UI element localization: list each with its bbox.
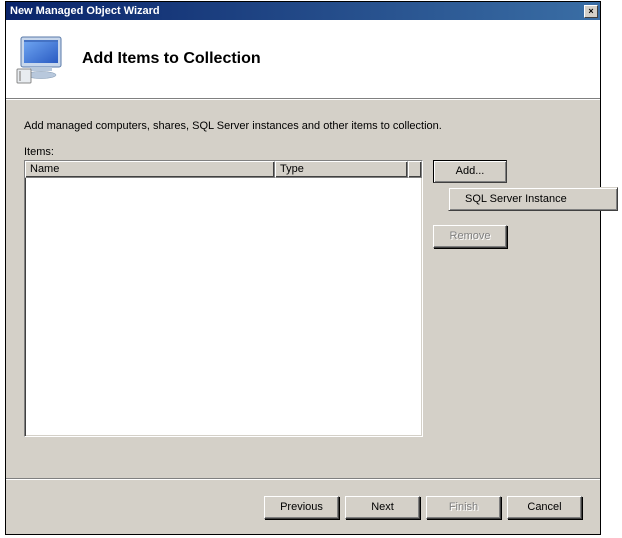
wizard-buttons: Previous Next Finish Cancel [6, 478, 600, 534]
window-title: New Managed Object Wizard [10, 5, 160, 17]
column-header-name[interactable]: Name [25, 161, 275, 178]
close-button[interactable]: × [584, 5, 598, 18]
content-area: Add managed computers, shares, SQL Serve… [6, 100, 600, 478]
column-header-filler [408, 161, 422, 178]
add-dropdown-menu: SQL Server Instance [448, 187, 618, 211]
menu-item-sql-server-instance[interactable]: SQL Server Instance [451, 190, 615, 208]
wizard-window: New Managed Object Wizard × [5, 1, 601, 535]
previous-button[interactable]: Previous [264, 496, 339, 519]
next-button[interactable]: Next [345, 496, 420, 519]
wizard-header: Add Items to Collection [6, 20, 600, 98]
items-label: Items: [24, 146, 582, 158]
monitor-icon [16, 31, 72, 87]
finish-button: Finish [426, 496, 501, 519]
cancel-button[interactable]: Cancel [507, 496, 582, 519]
column-header-type[interactable]: Type [275, 161, 408, 178]
remove-button: Remove [433, 225, 507, 248]
titlebar: New Managed Object Wizard × [6, 2, 600, 20]
listview-headers: Name Type [25, 161, 422, 178]
add-button[interactable]: Add... [433, 160, 507, 183]
page-title: Add Items to Collection [82, 50, 261, 68]
wizard-button-row: Previous Next Finish Cancel [6, 480, 600, 519]
close-icon: × [588, 6, 593, 16]
items-listview[interactable]: Name Type [24, 160, 423, 437]
instruction-text: Add managed computers, shares, SQL Serve… [24, 120, 582, 132]
